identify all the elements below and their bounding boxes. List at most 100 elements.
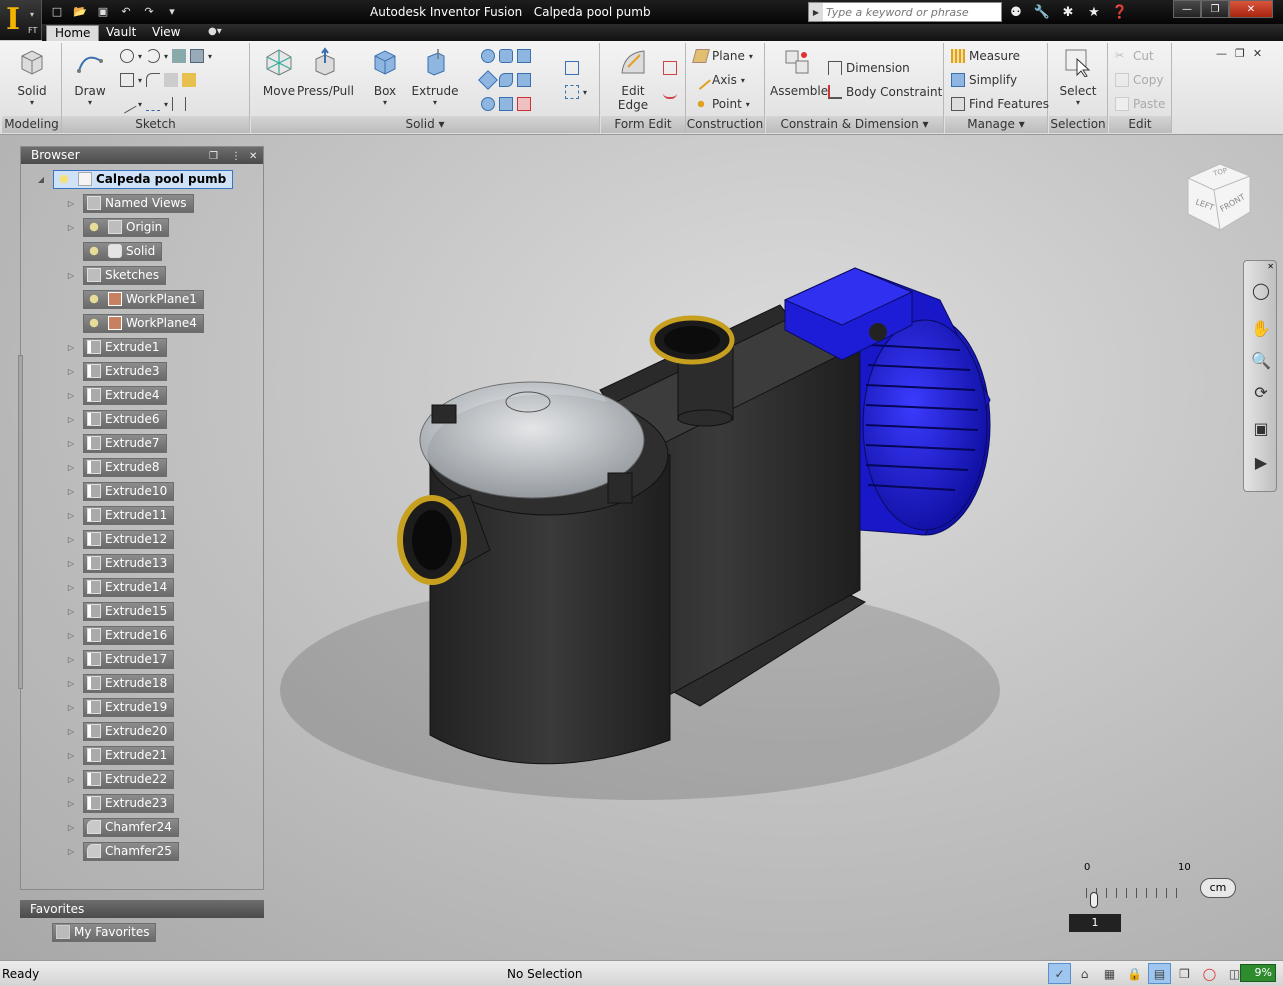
scale-slider-handle[interactable] (1090, 892, 1098, 908)
tree-item-label[interactable]: Extrude23 (83, 793, 175, 813)
extrude-button[interactable]: Extrude ▾ (411, 47, 459, 107)
tree-item[interactable]: ▷ Extrude11 (66, 505, 175, 525)
tree-item[interactable]: ▷ Origin (66, 217, 170, 237)
ribbon-display-toggle-icon[interactable]: ●▾ (208, 26, 222, 37)
shell-icon[interactable] (517, 49, 531, 63)
tab-view[interactable]: View (144, 25, 188, 41)
tree-item[interactable]: ▷ Extrude20 (66, 721, 175, 741)
tree-item[interactable]: ▷ Extrude8 (66, 457, 167, 477)
tree-item-label[interactable]: WorkPlane1 (83, 289, 204, 309)
open-folder-icon[interactable]: 📂 (71, 3, 89, 19)
dimension-button[interactable]: Dimension (828, 61, 910, 75)
expand-icon[interactable]: ▷ (66, 342, 76, 352)
tree-item[interactable]: ▷ Extrude3 (66, 361, 167, 381)
tree-item-label[interactable]: Extrude3 (83, 361, 167, 381)
browser-collapse-icon[interactable]: ❐ (209, 148, 218, 165)
assemble-button[interactable]: Assemble (770, 47, 828, 98)
tree-item[interactable]: ▷ Extrude6 (66, 409, 167, 429)
visibility-bulb-icon[interactable] (57, 172, 71, 186)
tree-item[interactable]: ▷ Extrude18 (66, 673, 175, 693)
expand-icon[interactable]: ▷ (66, 654, 76, 664)
tree-item-label[interactable]: Extrude6 (83, 409, 167, 429)
arc-tool-icon[interactable] (146, 49, 161, 63)
tree-item-label[interactable]: Extrude13 (83, 553, 175, 573)
tree-item[interactable]: ▷ Extrude1 (66, 337, 167, 357)
panel-constrain-label[interactable]: Constrain & Dimension ▾ (766, 116, 943, 133)
window-icon[interactable]: ▤ (1148, 963, 1171, 984)
tree-item[interactable]: ▷ Extrude15 (66, 601, 175, 621)
cylinder-icon[interactable] (499, 49, 513, 63)
delete-face-icon[interactable] (517, 97, 531, 111)
expand-icon[interactable]: ▷ (66, 678, 76, 688)
tree-item-label[interactable]: Extrude20 (83, 721, 175, 741)
visibility-bulb-icon[interactable] (87, 292, 101, 306)
favorites-item[interactable]: My Favorites (52, 922, 157, 942)
fillet-tool-icon[interactable] (146, 73, 161, 87)
expand-icon[interactable]: ▷ (66, 750, 76, 760)
expand-icon[interactable]: ▷ (66, 798, 76, 808)
binoculars-icon[interactable]: ⚉ (1006, 3, 1026, 21)
tree-item[interactable]: ▷ Chamfer24 (66, 817, 179, 837)
visibility-bulb-icon[interactable] (87, 316, 101, 330)
plane-button[interactable]: Plane ▾ (692, 49, 753, 63)
expand-icon[interactable]: ▷ (66, 438, 76, 448)
favorites-item-label[interactable]: My Favorites (52, 922, 157, 942)
tree-item-label[interactable]: Extrude8 (83, 457, 167, 477)
tree-item[interactable]: ▷ Named Views (66, 193, 194, 213)
tree-item-label[interactable]: Named Views (83, 193, 194, 213)
save-icon[interactable]: ▣ (94, 3, 112, 19)
pan-hand-icon[interactable]: ✋ (1248, 315, 1274, 341)
tree-item-label[interactable]: Extrude15 (83, 601, 175, 621)
expand-icon[interactable]: ▷ (66, 390, 76, 400)
expand-icon[interactable]: ▷ (66, 198, 76, 208)
tree-item-label[interactable]: Extrude19 (83, 697, 175, 717)
doc-close-icon[interactable]: ✕ (1253, 47, 1262, 60)
tree-item-label[interactable]: Extrude14 (83, 577, 175, 597)
doc-restore-icon[interactable]: ❐ (1235, 47, 1245, 60)
tab-home[interactable]: Home (46, 25, 100, 41)
expand-icon[interactable]: ▷ (66, 606, 76, 616)
browser-scrollbar[interactable] (18, 355, 23, 689)
rectangle-tool-icon[interactable] (120, 73, 134, 87)
tree-item[interactable]: ▷WorkPlane4 (66, 313, 204, 333)
tree-item-label[interactable]: Extrude21 (83, 745, 175, 765)
scale-value[interactable]: 1 (1069, 914, 1121, 932)
grid-icon[interactable]: ▦ (1098, 963, 1121, 984)
tree-item-label[interactable]: Chamfer24 (83, 817, 179, 837)
expand-icon[interactable]: ▷ (66, 486, 76, 496)
measure-button[interactable]: Measure (951, 49, 1020, 63)
tree-item-label[interactable]: Chamfer25 (83, 841, 179, 861)
orbit-status-icon[interactable]: ◯ (1198, 963, 1221, 984)
undo-icon[interactable]: ↶ (117, 3, 135, 19)
eraser-icon[interactable]: ❒ (1173, 963, 1196, 984)
panel-solid-label[interactable]: Solid ▾ (251, 116, 599, 133)
visibility-bulb-icon[interactable] (87, 244, 101, 258)
tree-item-label[interactable]: Extrude22 (83, 769, 175, 789)
check-icon[interactable]: ✓ (1048, 963, 1071, 984)
tree-item-label[interactable]: Extrude12 (83, 529, 175, 549)
tree-item-label[interactable]: Extrude18 (83, 673, 175, 693)
tree-item-label[interactable]: Solid (83, 241, 163, 261)
mirror-tool-icon[interactable] (164, 73, 179, 87)
application-menu-button[interactable]: I ▾ FT (0, 0, 42, 40)
tree-item[interactable]: ▷ Extrude14 (66, 577, 175, 597)
tree-item[interactable]: ▷ Extrude12 (66, 529, 175, 549)
line-tool-icon[interactable] (117, 94, 137, 114)
move-button[interactable]: Move (257, 47, 301, 98)
tree-item[interactable]: ▷ Extrude10 (66, 481, 175, 501)
tree-item-label[interactable]: Sketches (83, 265, 167, 285)
visibility-bulb-icon[interactable] (87, 220, 101, 234)
edit-tool-icon[interactable] (182, 73, 197, 87)
browser-menu-icon[interactable]: ⋮ (231, 148, 241, 165)
project-tool-icon[interactable] (172, 49, 187, 63)
showmotion-icon[interactable]: ▶ (1248, 449, 1274, 475)
doc-minimize-icon[interactable]: — (1216, 47, 1227, 60)
constraint-tool-icon[interactable] (172, 97, 187, 111)
tree-item[interactable]: ▷ Extrude22 (66, 769, 175, 789)
expand-icon[interactable]: ▷ (66, 822, 76, 832)
expand-icon[interactable]: ▷ (66, 846, 76, 856)
viewcube[interactable]: TOP LEFT FRONT (1184, 160, 1254, 232)
steering-wheel-icon[interactable]: ◯ (1248, 277, 1274, 303)
maximize-button[interactable]: ❐ (1201, 0, 1229, 18)
unit-button[interactable]: cm (1200, 878, 1236, 898)
